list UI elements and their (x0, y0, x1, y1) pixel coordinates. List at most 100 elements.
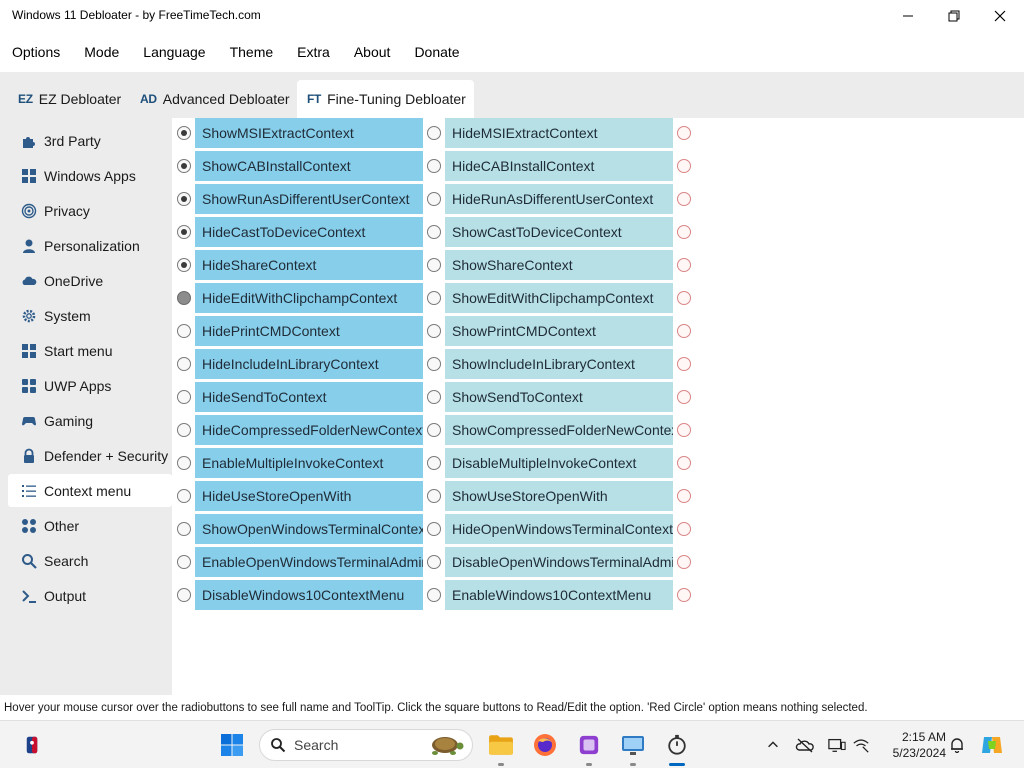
nothing-selected-radio[interactable] (677, 522, 691, 536)
option-a-button[interactable]: ShowMSIExtractContext (195, 118, 423, 148)
option-b-radio[interactable] (427, 489, 441, 503)
option-a-radio[interactable] (177, 489, 191, 503)
system-clock[interactable]: 2:15 AM 5/23/2024 (880, 729, 946, 761)
option-a-button[interactable]: ShowRunAsDifferentUserContext (195, 184, 423, 214)
option-b-button[interactable]: ShowCastToDeviceContext (445, 217, 673, 247)
option-a-button[interactable]: EnableOpenWindowsTerminalAdminContext (195, 547, 423, 577)
option-a-button[interactable]: HideShareContext (195, 250, 423, 280)
option-a-radio[interactable] (177, 423, 191, 437)
tab-fine-tuning-debloater[interactable]: FT Fine-Tuning Debloater (297, 80, 474, 118)
nothing-selected-radio[interactable] (677, 555, 691, 569)
option-a-button[interactable]: HidePrintCMDContext (195, 316, 423, 346)
option-a-radio[interactable] (177, 159, 191, 173)
nothing-selected-radio[interactable] (677, 225, 691, 239)
menu-language[interactable]: Language (131, 36, 217, 68)
option-b-radio[interactable] (427, 291, 441, 305)
sidebar-item-windows-apps[interactable]: Windows Apps (8, 159, 172, 192)
option-a-radio[interactable] (177, 555, 191, 569)
option-b-radio[interactable] (427, 324, 441, 338)
option-a-button[interactable]: HideCompressedFolderNewContext (195, 415, 423, 445)
option-b-radio[interactable] (427, 522, 441, 536)
option-b-button[interactable]: ShowShareContext (445, 250, 673, 280)
option-a-radio[interactable] (177, 522, 191, 536)
menu-extra[interactable]: Extra (285, 36, 342, 68)
option-b-radio[interactable] (427, 357, 441, 371)
option-b-button[interactable]: ShowUseStoreOpenWith (445, 481, 673, 511)
option-b-button[interactable]: ShowCompressedFolderNewContext (445, 415, 673, 445)
nothing-selected-radio[interactable] (677, 423, 691, 437)
option-b-button[interactable]: DisableOpenWindowsTerminalAdminContext (445, 547, 673, 577)
option-b-button[interactable]: HideCABInstallContext (445, 151, 673, 181)
debloater-app-icon[interactable] (575, 731, 603, 759)
option-b-button[interactable]: DisableMultipleInvokeContext (445, 448, 673, 478)
option-a-radio[interactable] (177, 390, 191, 404)
option-a-button[interactable]: DisableWindows10ContextMenu (195, 580, 423, 610)
sidebar-item-3rd-party[interactable]: 3rd Party (8, 124, 172, 157)
menu-mode[interactable]: Mode (72, 36, 131, 68)
option-a-radio[interactable] (177, 456, 191, 470)
option-b-radio[interactable] (427, 456, 441, 470)
close-button[interactable] (977, 0, 1023, 32)
minimize-button[interactable] (885, 0, 931, 32)
option-a-radio[interactable] (177, 258, 191, 272)
option-a-radio[interactable] (177, 126, 191, 140)
sidebar-item-gaming[interactable]: Gaming (8, 404, 172, 437)
option-a-button[interactable]: HideUseStoreOpenWith (195, 481, 423, 511)
option-b-radio[interactable] (427, 258, 441, 272)
nothing-selected-radio[interactable] (677, 126, 691, 140)
tab-advanced-debloater[interactable]: AD Advanced Debloater (130, 80, 298, 118)
option-b-button[interactable]: HideOpenWindowsTerminalContext (445, 514, 673, 544)
option-a-button[interactable]: EnableMultipleInvokeContext (195, 448, 423, 478)
nothing-selected-radio[interactable] (677, 192, 691, 206)
copilot-icon[interactable] (978, 731, 1006, 759)
option-b-radio[interactable] (427, 390, 441, 404)
option-b-radio[interactable] (427, 423, 441, 437)
option-a-button[interactable]: HideIncludeInLibraryContext (195, 349, 423, 379)
menu-donate[interactable]: Donate (402, 36, 471, 68)
restore-button[interactable] (931, 0, 977, 32)
option-a-button[interactable]: ShowOpenWindowsTerminalContext (195, 514, 423, 544)
nothing-selected-radio[interactable] (677, 258, 691, 272)
nba-app-icon[interactable] (18, 731, 46, 759)
sidebar-item-output[interactable]: Output (8, 579, 172, 612)
option-a-radio[interactable] (177, 291, 191, 305)
option-b-button[interactable]: ShowPrintCMDContext (445, 316, 673, 346)
option-a-radio[interactable] (177, 588, 191, 602)
option-b-radio[interactable] (427, 588, 441, 602)
firefox-icon[interactable] (531, 731, 559, 759)
menu-options[interactable]: Options (0, 36, 72, 68)
sidebar-item-system[interactable]: System (8, 299, 172, 332)
option-b-radio[interactable] (427, 159, 441, 173)
sidebar-item-search[interactable]: Search (8, 544, 172, 577)
option-b-radio[interactable] (427, 555, 441, 569)
option-a-button[interactable]: ShowCABInstallContext (195, 151, 423, 181)
nothing-selected-radio[interactable] (677, 159, 691, 173)
option-b-radio[interactable] (427, 192, 441, 206)
sidebar-item-other[interactable]: Other (8, 509, 172, 542)
option-a-button[interactable]: HideSendToContext (195, 382, 423, 412)
nothing-selected-radio[interactable] (677, 357, 691, 371)
nothing-selected-radio[interactable] (677, 390, 691, 404)
option-b-button[interactable]: HideRunAsDifferentUserContext (445, 184, 673, 214)
option-b-button[interactable]: ShowEditWithClipchampContext (445, 283, 673, 313)
option-b-radio[interactable] (427, 126, 441, 140)
sidebar-item-uwp-apps[interactable]: UWP Apps (8, 369, 172, 402)
sidebar-item-personalization[interactable]: Personalization (8, 229, 172, 262)
sidebar-item-privacy[interactable]: Privacy (8, 194, 172, 227)
option-a-button[interactable]: HideCastToDeviceContext (195, 217, 423, 247)
windows-start-button[interactable] (218, 731, 246, 759)
network-icon[interactable] (847, 731, 875, 759)
sidebar-item-onedrive[interactable]: OneDrive (8, 264, 172, 297)
nothing-selected-radio[interactable] (677, 456, 691, 470)
option-a-radio[interactable] (177, 324, 191, 338)
option-b-button[interactable]: HideMSIExtractContext (445, 118, 673, 148)
sidebar-item-start-menu[interactable]: Start menu (8, 334, 172, 367)
nothing-selected-radio[interactable] (677, 588, 691, 602)
option-b-radio[interactable] (427, 225, 441, 239)
menu-theme[interactable]: Theme (218, 36, 286, 68)
option-a-radio[interactable] (177, 225, 191, 239)
nothing-selected-radio[interactable] (677, 489, 691, 503)
tab-ez-debloater[interactable]: EZ EZ Debloater (8, 80, 129, 118)
option-b-button[interactable]: ShowIncludeInLibraryContext (445, 349, 673, 379)
menu-about[interactable]: About (342, 36, 403, 68)
